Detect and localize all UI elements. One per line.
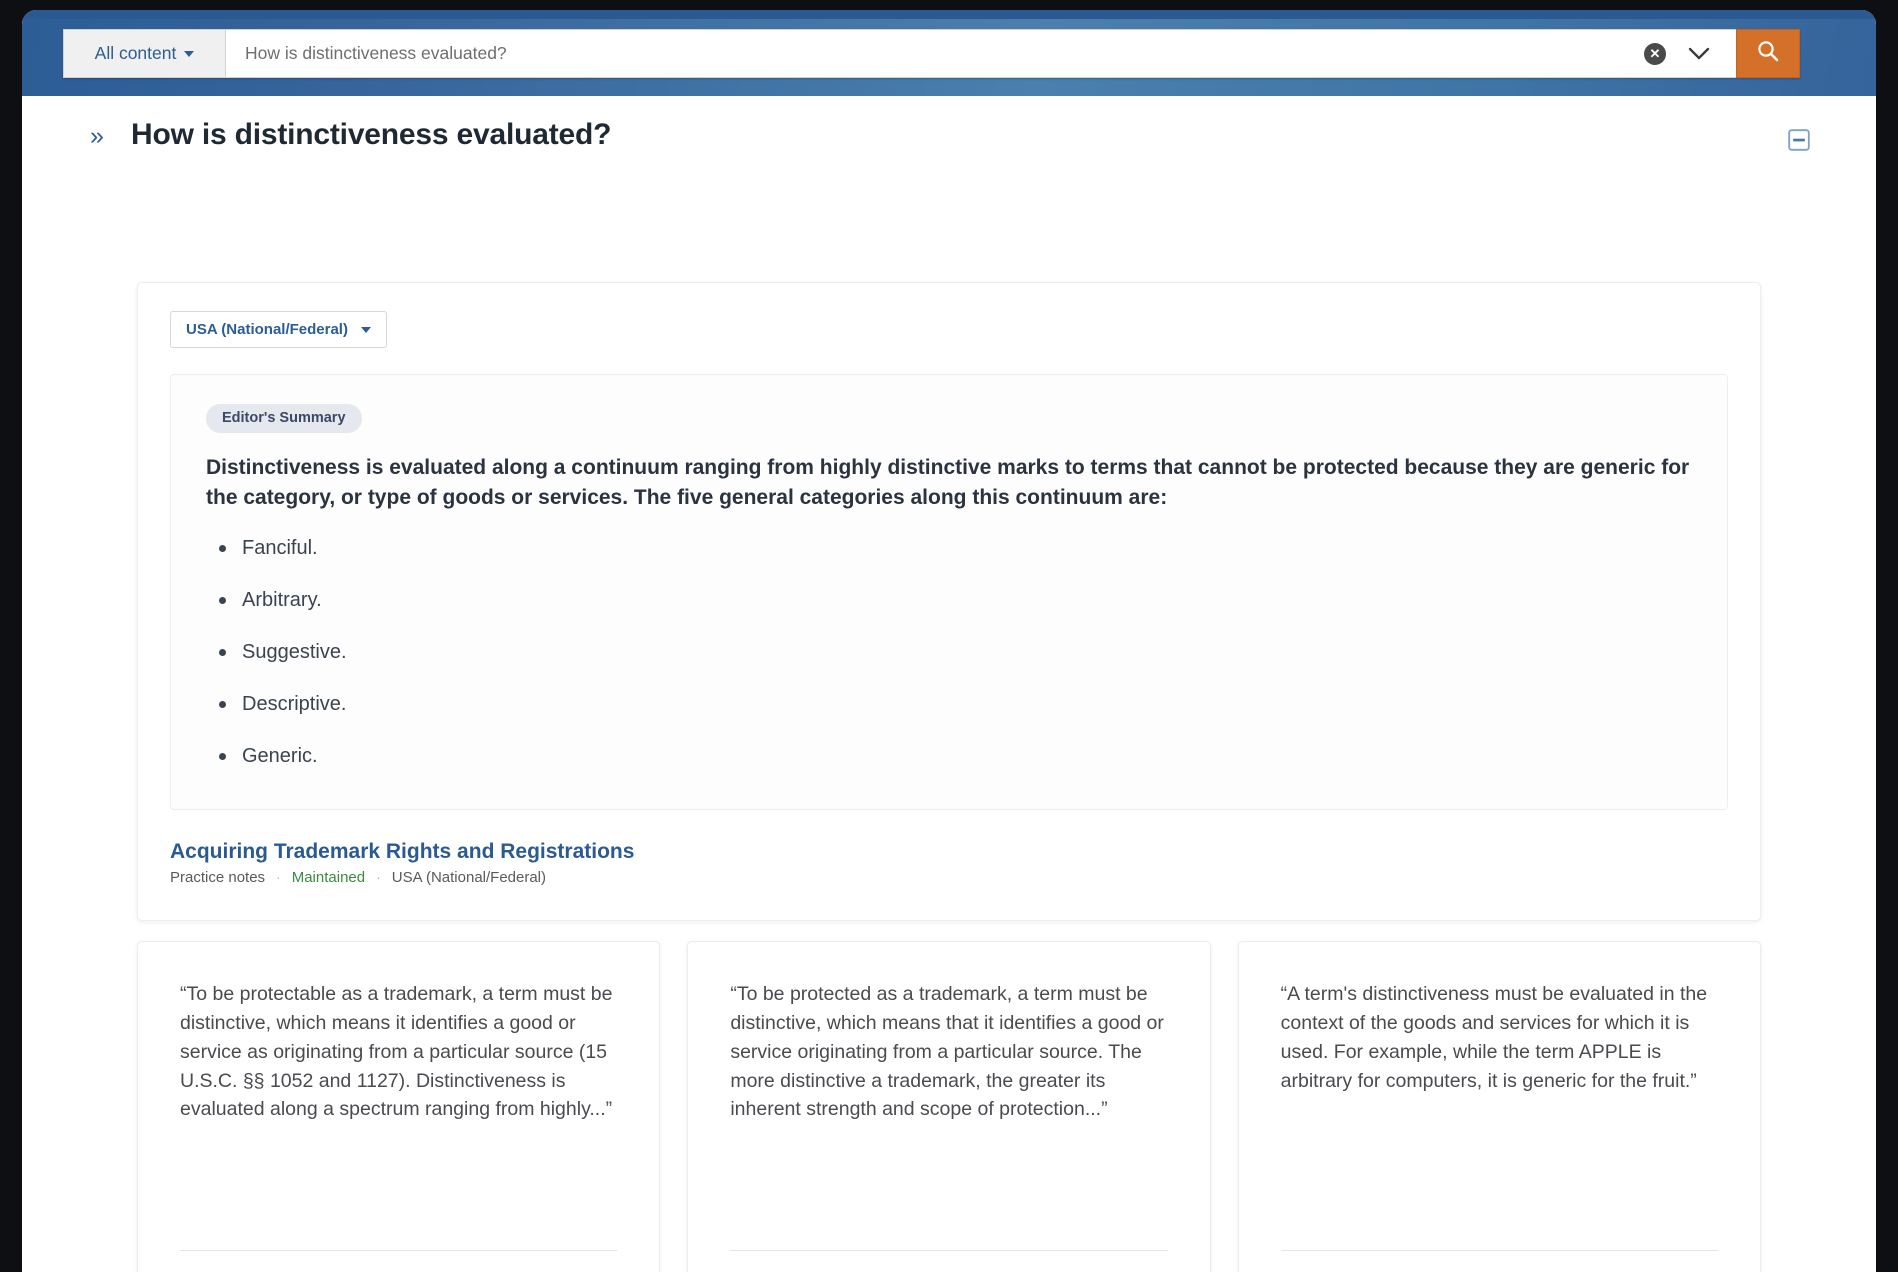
search-submit-button[interactable] xyxy=(1736,29,1800,78)
source-metadata: Practice notes · Maintained · USA (Natio… xyxy=(170,869,1728,886)
list-item: Generic. xyxy=(206,743,1692,769)
result-card[interactable]: “To be protected as a trademark, a term … xyxy=(687,941,1211,1272)
source-jurisdiction: USA (National/Federal) xyxy=(391,868,547,886)
chevron-down-icon[interactable] xyxy=(1686,41,1712,67)
summary-lead-text: Distinctiveness is evaluated along a con… xyxy=(206,456,1690,509)
jurisdiction-dropdown[interactable]: USA (National/Federal) xyxy=(170,311,387,348)
double-chevron-right-icon[interactable]: » xyxy=(90,124,104,149)
content-scope-dropdown[interactable]: All content xyxy=(63,29,226,78)
page-title: How is distinctiveness evaluated? xyxy=(131,118,612,151)
answer-source: Acquiring Trademark Rights and Registrat… xyxy=(170,840,1728,886)
clear-circle-icon[interactable]: ✕ xyxy=(1644,42,1666,65)
search-input-wrap: ✕ xyxy=(226,29,1736,78)
page-title-row: » How is distinctiveness evaluated? xyxy=(22,96,1876,170)
content-area: » How is distinctiveness evaluated? USA … xyxy=(22,96,1876,1272)
card-divider xyxy=(180,1250,618,1251)
list-item: Descriptive. xyxy=(206,691,1692,717)
source-type: Practice notes xyxy=(170,868,266,886)
card-quote: “To be protectable as a trademark, a ter… xyxy=(180,983,613,1121)
chevron-down-icon xyxy=(360,326,371,333)
editors-summary-box: Editor's Summary Distinctiveness is eval… xyxy=(170,374,1728,810)
result-cards-row: “To be protectable as a trademark, a ter… xyxy=(137,941,1761,1272)
chevron-down-icon xyxy=(184,50,195,57)
answer-panel: USA (National/Federal) Editor's Summary … xyxy=(137,282,1761,921)
search-icon xyxy=(1756,39,1780,68)
list-item: Arbitrary. xyxy=(206,587,1692,613)
card-divider xyxy=(730,1250,1168,1251)
editors-summary-badge: Editor's Summary xyxy=(206,404,362,433)
metadata-separator: · xyxy=(376,869,381,886)
app-window: All content ✕ xyxy=(22,10,1876,1272)
list-item: Fanciful. xyxy=(206,535,1692,561)
result-card[interactable]: “A term's distinctiveness must be evalua… xyxy=(1237,941,1761,1272)
distinctiveness-category-list: Fanciful. Arbitrary. Suggestive. Descrip… xyxy=(206,535,1692,769)
content-scope-label: All content xyxy=(94,43,177,63)
metadata-separator: · xyxy=(276,869,281,886)
jurisdiction-label: USA (National/Federal) xyxy=(186,321,348,338)
list-item: Suggestive. xyxy=(206,639,1692,665)
card-quote: “To be protected as a trademark, a term … xyxy=(730,983,1164,1121)
minus-box-icon[interactable] xyxy=(1786,127,1812,153)
card-quote: “A term's distinctiveness must be evalua… xyxy=(1280,983,1708,1092)
card-divider xyxy=(1280,1250,1718,1251)
source-status: Maintained xyxy=(291,868,366,886)
header-search-bar: All content ✕ xyxy=(22,10,1876,96)
search-input[interactable] xyxy=(245,43,1644,64)
result-card[interactable]: “To be protectable as a trademark, a ter… xyxy=(137,941,661,1272)
source-document-link[interactable]: Acquiring Trademark Rights and Registrat… xyxy=(170,840,634,863)
search-shell: All content ✕ xyxy=(63,29,1800,78)
